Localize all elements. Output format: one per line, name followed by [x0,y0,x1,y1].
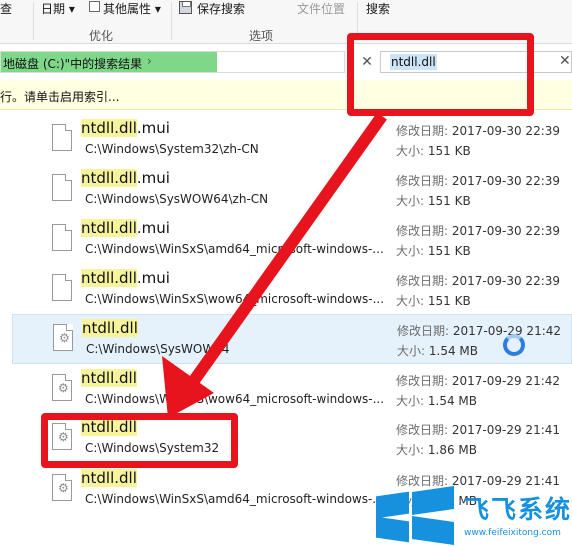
windows-logo-icon [412,486,454,515]
windows-logo-icon [376,491,409,519]
windows-logo-icon [412,516,454,545]
watermark-url: www.feifeixitong.com [464,528,561,538]
annotation-arrow-shaft [183,112,387,393]
watermark-brand: 飞飞系统 [464,495,572,524]
site-watermark: 飞飞系统 www.feifeixitong.com [370,484,572,546]
busy-spinner-icon [503,334,525,356]
annotation-arrow [162,112,387,418]
windows-logo-icon [376,516,409,543]
